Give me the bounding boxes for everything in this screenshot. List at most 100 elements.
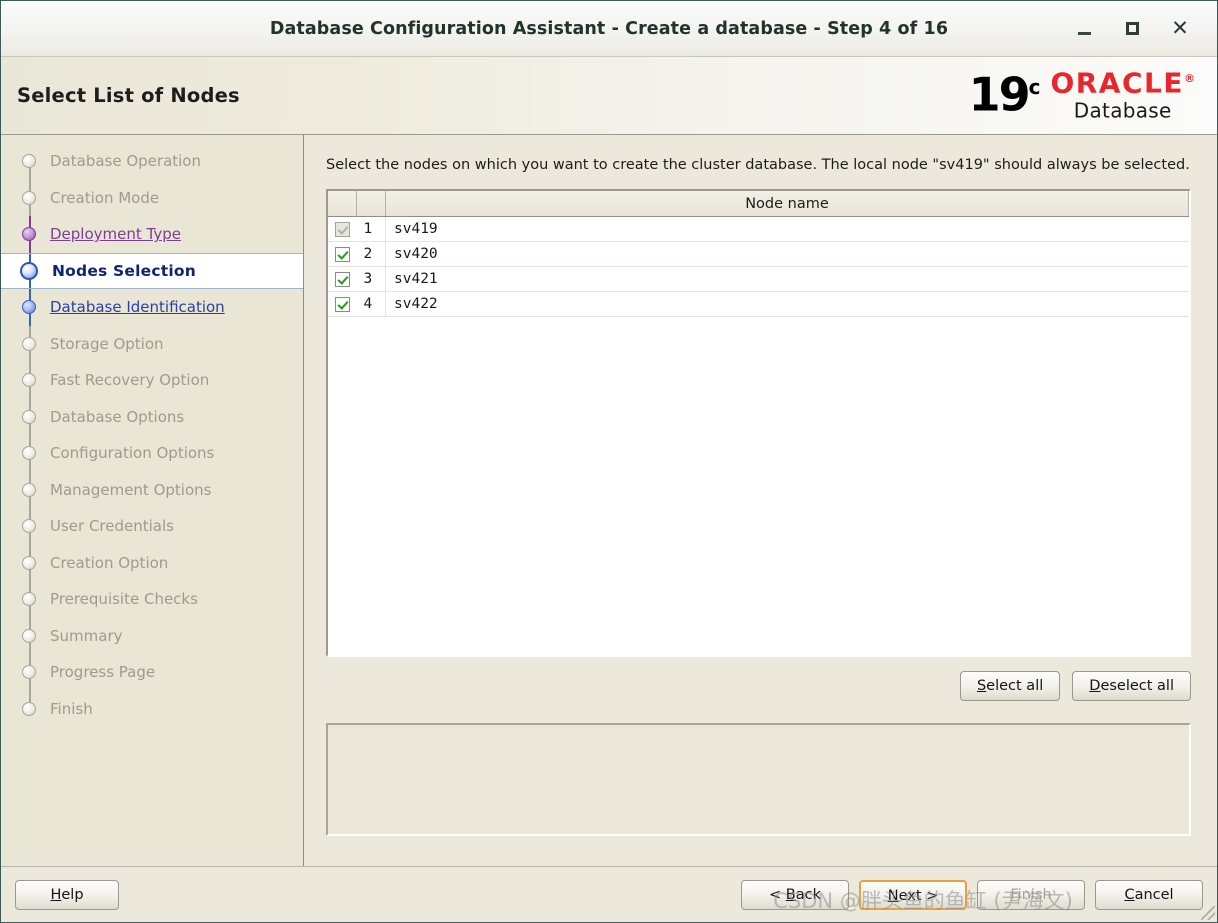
node-checkbox-cell [328,216,357,243]
logo-wordmark: ORACLE® Database [1050,66,1195,123]
node-table-head: Node name [328,191,1189,218]
sidebar-item-label: Database Operation [50,152,201,171]
sidebar-item-nodes-selection[interactable]: Nodes Selection [1,252,303,289]
node-table-header-row: Node name [328,191,1189,218]
dbca-window: Database Configuration Assistant - Creat… [0,0,1218,923]
finish-label: inish [1017,886,1052,903]
node-table-container: Node name 1 sv419 2 sv420 3 sv421 4 sv422 [326,189,1191,658]
node-name-cell: sv419 [385,216,1189,243]
sidebar-item-label: Creation Option [50,553,169,572]
step-bullet-icon [22,409,36,424]
back-button[interactable]: < Back [741,879,849,910]
window-body: Database Operation Creation Mode Deploymen… [1,135,1217,866]
sidebar-item-label: Prerequisite Checks [50,590,198,609]
close-button[interactable]: ✕ [1167,16,1193,42]
node-index-cell: 3 [356,266,386,293]
step-bullet-icon [22,373,36,388]
step-bullet-icon [22,555,36,570]
message-panel [326,723,1191,837]
sidebar-item-creation-mode: Creation Mode [1,179,303,216]
help-mnemonic: H [50,886,62,903]
sidebar-item-creation-option: Creation Option [1,544,303,581]
step-bullet-icon [22,519,36,534]
cancel-label: ancel [1134,886,1174,903]
instruction-text: Select the nodes on which you want to cr… [326,157,1190,173]
column-header-index[interactable] [356,191,386,218]
node-checkbox[interactable] [334,271,350,287]
node-index-cell: 4 [356,291,386,318]
step-bullet-icon [22,446,36,461]
column-header-checkbox[interactable] [328,191,357,218]
sidebar-item-database-identification[interactable]: Database Identification [1,289,303,326]
step-bullet-icon [22,154,36,169]
sidebar-item-database-options: Database Options [1,398,303,435]
step-bullet-icon [22,482,36,497]
sidebar-item-user-credentials: User Credentials [1,508,303,545]
resize-grip[interactable] [1201,906,1215,920]
wizard-step-list: Database Operation Creation Mode Deploymen… [1,135,304,866]
window-controls: ✕ [1071,1,1207,56]
back-label: ack [795,886,821,903]
node-table: Node name 1 sv419 2 sv420 3 sv421 4 sv422 [328,191,1189,318]
sidebar-item-label: Database Options [50,407,185,426]
sidebar-item-fast-recovery-option: Fast Recovery Option [1,362,303,399]
column-header-node-name[interactable]: Node name [385,191,1189,218]
node-checkbox[interactable] [334,246,350,262]
node-index-cell: 2 [356,241,386,268]
node-name-cell: sv420 [385,241,1189,268]
deselect-all-button[interactable]: Deselect all [1072,671,1191,702]
sidebar-item-label: Database Identification [50,298,225,317]
table-row[interactable]: 2 sv420 [328,241,1189,268]
select-all-button[interactable]: Select all [959,671,1061,702]
sidebar-item-label: Configuration Options [50,444,215,463]
cancel-button[interactable]: Cancel [1095,879,1203,910]
next-button[interactable]: Next > [859,879,967,910]
sidebar-item-label: User Credentials [50,517,174,536]
sidebar-item-management-options: Management Options [1,471,303,508]
step-bullet-icon [22,227,36,242]
maximize-button[interactable] [1119,16,1145,42]
registered-icon: ® [1184,71,1195,85]
sidebar-item-label: Nodes Selection [52,261,196,280]
logo-brand-text: ORACLE [1050,66,1184,99]
node-index-cell: 1 [356,216,386,243]
sidebar-item-progress-page: Progress Page [1,654,303,691]
sidebar-item-finish: Finish [1,690,303,728]
step-bullet-icon [22,628,36,643]
node-checkbox-disabled [334,221,350,237]
node-checkbox[interactable] [334,296,350,312]
selection-buttons: Select all Deselect all [326,671,1191,702]
table-row[interactable]: 4 sv422 [328,291,1189,318]
minimize-icon [1077,31,1091,35]
select-all-label: elect all [986,678,1044,695]
node-name-cell: sv422 [385,291,1189,318]
help-button[interactable]: Help [15,879,119,910]
node-name-cell: sv421 [385,266,1189,293]
logo-version-suffix: c [1028,75,1041,100]
node-checkbox-cell [328,266,357,293]
sidebar-item-label: Deployment Type [50,225,181,244]
sidebar-item-deployment-type[interactable]: Deployment Type [1,216,303,253]
table-row[interactable]: 1 sv419 [328,216,1189,243]
minimize-button[interactable] [1071,16,1097,42]
next-mnemonic: N [887,887,899,904]
step-bullet-icon [22,190,36,205]
finish-mnemonic: F [1010,886,1018,903]
step-bullet-icon [22,336,36,351]
navigation-buttons: < Back Next > Finish Cancel [741,879,1203,910]
sidebar-item-label: Finish [50,699,93,718]
main-content: Select the nodes on which you want to cr… [304,135,1217,866]
sidebar-item-label: Storage Option [50,334,164,353]
sidebar-item-prerequisite-checks: Prerequisite Checks [1,581,303,618]
logo-product: Database [1073,98,1172,122]
sidebar-item-summary: Summary [1,617,303,654]
table-row[interactable]: 3 sv421 [328,266,1189,293]
node-table-body: 1 sv419 2 sv420 3 sv421 4 sv422 [328,216,1189,318]
footer-bar: Help < Back Next > Finish Cancel [1,866,1217,922]
cancel-mnemonic: C [1124,886,1135,903]
sidebar-item-label: Creation Mode [50,188,160,207]
sidebar-item-label: Progress Page [50,663,156,682]
next-label: ext > [898,887,939,904]
back-prefix: < [769,886,786,903]
page-title: Select List of Nodes [17,84,240,107]
